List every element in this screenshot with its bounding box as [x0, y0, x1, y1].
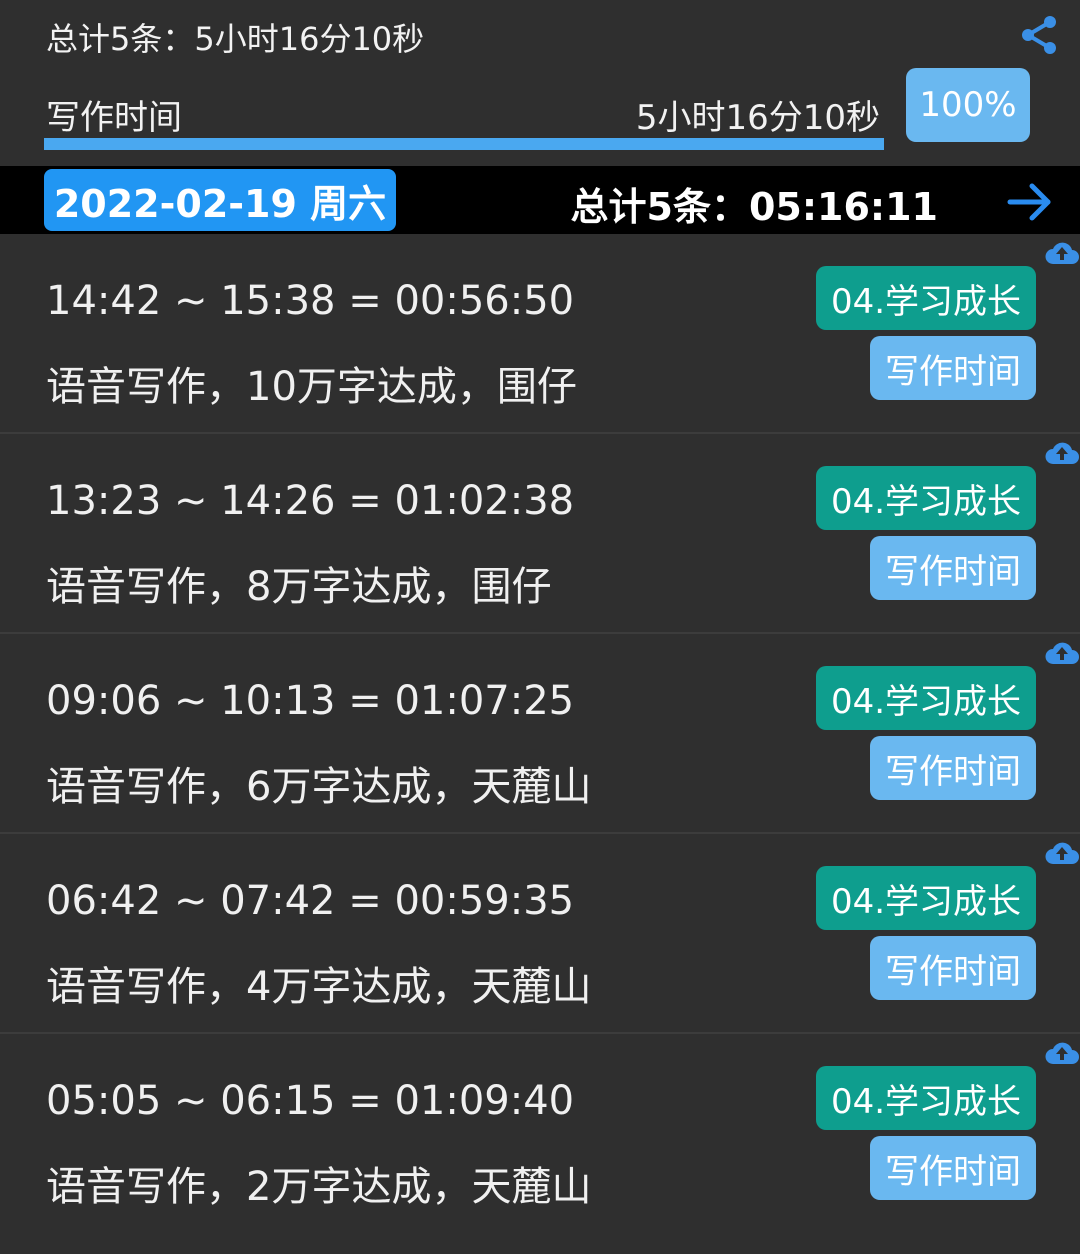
- arrow-right-icon[interactable]: [1004, 176, 1056, 228]
- entry-subcategory-tag[interactable]: 写作时间: [870, 936, 1036, 1000]
- entry-time-range: 06:42 ~ 07:42 = 00:59:35: [46, 878, 575, 924]
- summary-total: 总计5条：5小时16分10秒: [46, 20, 425, 58]
- entry-category-tag[interactable]: 04.学习成长: [816, 266, 1036, 330]
- cloud-upload-icon: [1045, 442, 1079, 464]
- entry-time-range: 14:42 ~ 15:38 = 00:56:50: [46, 278, 575, 324]
- category-duration: 5小时16分10秒: [635, 98, 880, 138]
- percent-badge[interactable]: 100%: [906, 68, 1030, 142]
- list-item[interactable]: 09:06 ~ 10:13 = 01:07:25 语音写作，6万字达成，天麓山 …: [0, 634, 1080, 834]
- cloud-upload-icon: [1045, 842, 1079, 864]
- day-total: 总计5条：05:16:11: [570, 185, 938, 229]
- progress-fill: [44, 138, 884, 150]
- entry-category-tag[interactable]: 04.学习成长: [816, 866, 1036, 930]
- entry-note: 语音写作，8万字达成，围仔: [46, 564, 552, 610]
- entry-category-tag[interactable]: 04.学习成长: [816, 1066, 1036, 1130]
- cloud-upload-icon: [1045, 642, 1079, 664]
- category-progress-bar: [44, 138, 884, 150]
- entry-time-range: 05:05 ~ 06:15 = 01:09:40: [46, 1078, 575, 1124]
- entry-subcategory-tag[interactable]: 写作时间: [870, 536, 1036, 600]
- entry-subcategory-tag[interactable]: 写作时间: [870, 1136, 1036, 1200]
- list-item[interactable]: 05:05 ~ 06:15 = 01:09:40 语音写作，2万字达成，天麓山 …: [0, 1034, 1080, 1232]
- share-icon[interactable]: [1018, 14, 1060, 56]
- date-bar: 2022-02-19 周六 总计5条：05:16:11: [0, 166, 1080, 234]
- cloud-upload-icon: [1045, 242, 1079, 264]
- date-selector[interactable]: 2022-02-19 周六: [44, 169, 396, 231]
- entry-note: 语音写作，10万字达成，围仔: [46, 364, 577, 410]
- entry-category-tag[interactable]: 04.学习成长: [816, 666, 1036, 730]
- list-item[interactable]: 13:23 ~ 14:26 = 01:02:38 语音写作，8万字达成，围仔 0…: [0, 434, 1080, 634]
- category-label: 写作时间: [46, 98, 182, 138]
- entry-note: 语音写作，4万字达成，天麓山: [46, 964, 592, 1010]
- entry-subcategory-tag[interactable]: 写作时间: [870, 736, 1036, 800]
- entry-note: 语音写作，6万字达成，天麓山: [46, 764, 592, 810]
- summary-panel: 总计5条：5小时16分10秒 写作时间 5小时16分10秒 100%: [0, 0, 1080, 166]
- entry-note: 语音写作，2万字达成，天麓山: [46, 1164, 592, 1210]
- list-item[interactable]: 14:42 ~ 15:38 = 00:56:50 语音写作，10万字达成，围仔 …: [0, 234, 1080, 434]
- entry-time-range: 13:23 ~ 14:26 = 01:02:38: [46, 478, 575, 524]
- entry-time-range: 09:06 ~ 10:13 = 01:07:25: [46, 678, 575, 724]
- entry-list: 14:42 ~ 15:38 = 00:56:50 语音写作，10万字达成，围仔 …: [0, 234, 1080, 1232]
- entry-category-tag[interactable]: 04.学习成长: [816, 466, 1036, 530]
- entry-subcategory-tag[interactable]: 写作时间: [870, 336, 1036, 400]
- list-item[interactable]: 06:42 ~ 07:42 = 00:59:35 语音写作，4万字达成，天麓山 …: [0, 834, 1080, 1034]
- cloud-upload-icon: [1045, 1042, 1079, 1064]
